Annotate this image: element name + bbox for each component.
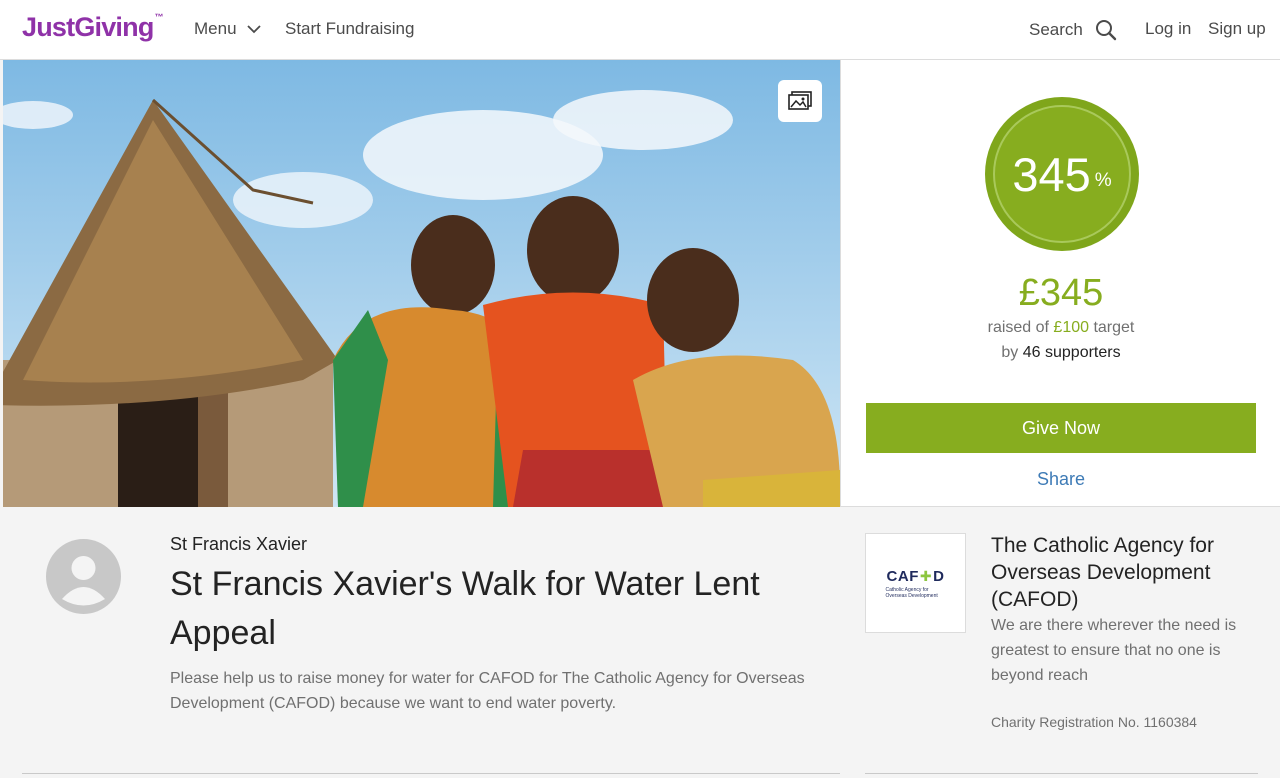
- share-link[interactable]: Share: [841, 469, 1280, 490]
- charity-registration: Charity Registration No. 1160384: [991, 714, 1197, 730]
- charity-description: We are there wherever the need is greate…: [991, 617, 1237, 684]
- hero-photo-illustration: [3, 60, 840, 507]
- search-label: Search: [1029, 20, 1083, 39]
- divider: [22, 773, 840, 774]
- supporters-line: by 46 supporters: [1001, 344, 1121, 361]
- avatar: [46, 539, 121, 614]
- percent-symbol: %: [1094, 170, 1112, 191]
- fundraiser-owner: St Francis Xavier: [170, 534, 308, 554]
- progress-ring-inner: 345 %: [993, 105, 1131, 243]
- charity-name[interactable]: The Catholic Agency for Overseas Develop…: [991, 532, 1251, 613]
- login-link[interactable]: Log in: [1145, 19, 1191, 39]
- image-gallery-button[interactable]: [778, 80, 822, 122]
- cafod-wordmark: CAF ✚ D: [886, 567, 945, 585]
- target-line: raised of £100 target: [987, 319, 1135, 336]
- divider: [865, 773, 1258, 774]
- page-title: St Francis Xavier's Walk for Water Lent …: [170, 565, 760, 652]
- signup-link[interactable]: Sign up: [1208, 19, 1266, 39]
- chevron-down-icon: [246, 24, 261, 33]
- page-story: Please help us to raise money for water …: [170, 670, 805, 712]
- menu-label: Menu: [194, 19, 237, 38]
- image-gallery-icon: [788, 91, 812, 110]
- progress-ring: 345 %: [985, 97, 1139, 251]
- target-amount: £100: [1053, 319, 1090, 336]
- amount-raised: £345: [1018, 272, 1104, 314]
- supporters-count: 46 supporters: [1022, 344, 1121, 361]
- site-header: JustGiving™ Menu Start Fundraising Searc…: [0, 0, 1280, 60]
- justgiving-logo[interactable]: JustGiving™: [22, 12, 164, 43]
- cross-icon: ✚: [919, 567, 933, 584]
- cafod-logo[interactable]: CAF ✚ D Catholic Agency for Overseas Devel…: [865, 533, 966, 633]
- give-now-button[interactable]: Give Now: [866, 403, 1256, 453]
- search-button[interactable]: Search: [1029, 19, 1117, 41]
- search-icon: [1095, 20, 1117, 41]
- start-fundraising-link[interactable]: Start Fundraising: [285, 19, 414, 39]
- donation-panel: 345 % £345 raised of £100 target by 46 s…: [840, 60, 1280, 507]
- progress-percent: 345: [1012, 147, 1091, 201]
- hero-image: [3, 60, 840, 507]
- menu-button[interactable]: Menu: [194, 19, 261, 39]
- cafod-logo-subtext: Catholic Agency for Overseas Development: [885, 586, 938, 599]
